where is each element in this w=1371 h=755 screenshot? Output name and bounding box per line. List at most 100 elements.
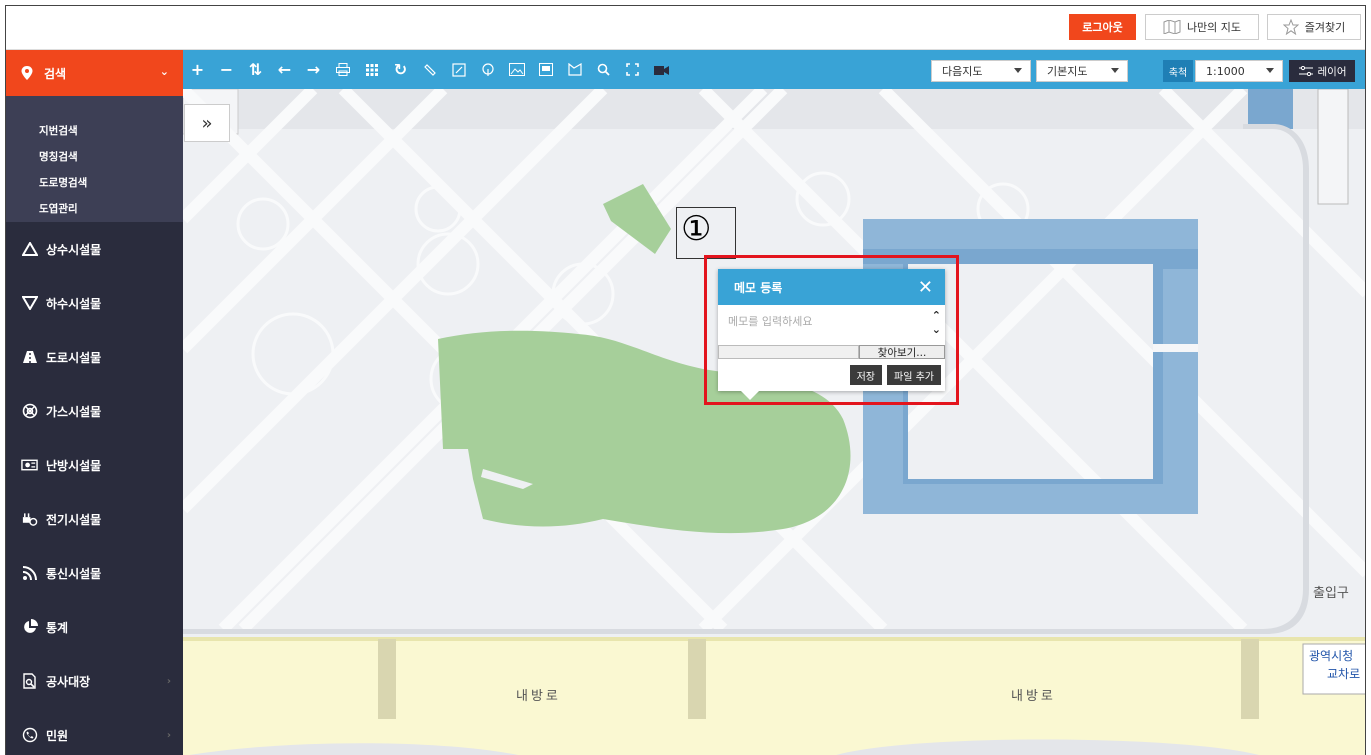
- road-icon: [21, 349, 38, 366]
- map-label-intersection: 교차로: [1327, 667, 1361, 681]
- favorites-label: 즐겨찾기: [1304, 21, 1346, 34]
- sidebar-item-gas[interactable]: 가스시설물: [6, 384, 183, 438]
- memo-title: 메모 등록: [734, 280, 783, 295]
- chevron-right-icon: ›: [166, 675, 171, 687]
- sidebar-item-sewer[interactable]: 하수시설물: [6, 276, 183, 330]
- map-label-road-1: 내방로: [516, 689, 561, 704]
- my-map-button[interactable]: 나만의 지도: [1145, 14, 1259, 40]
- chevron-up-icon[interactable]: ⌃: [932, 309, 941, 323]
- sidebar-item-water[interactable]: 상수시설물: [6, 222, 183, 276]
- scale-select[interactable]: 1:1000: [1195, 60, 1283, 82]
- fullscreen-icon[interactable]: [618, 50, 647, 89]
- sidebar-item-electric[interactable]: 전기시설물: [6, 492, 183, 546]
- chevron-right-icon: ›: [166, 729, 171, 741]
- sidebar-search-header[interactable]: 검색 ⌄: [6, 50, 183, 96]
- submenu-item-sheet-manage[interactable]: 도엽관리: [39, 196, 183, 222]
- annotation-number: ①: [681, 209, 712, 249]
- sidebar-item-label: 공사대장: [46, 674, 91, 689]
- memo-actions: 저장 파일 추가: [718, 359, 945, 385]
- submenu-item-name-search[interactable]: 명칭검색: [39, 144, 183, 170]
- measure-area-icon[interactable]: [444, 50, 473, 89]
- sidebar-item-heating[interactable]: 난방시설물: [6, 438, 183, 492]
- pie-chart-icon: [21, 619, 38, 636]
- dropdown-arrow-icon: [1111, 68, 1119, 73]
- zoom-in-icon[interactable]: +: [183, 50, 212, 89]
- top-header: 로그아웃 나만의 지도 즐겨찾기: [6, 6, 1365, 50]
- memo-popup: 메모 등록 ✕ 메모를 입력하세요 ⌃ ⌄ 찾아보기... 저장 파일 추가: [718, 269, 945, 391]
- map-label-road-2: 내방로: [1011, 689, 1056, 704]
- chevron-down-icon[interactable]: ⌄: [932, 323, 941, 337]
- sidebar-item-label: 통신시설물: [46, 566, 102, 581]
- layer-label: 레이어: [1317, 65, 1347, 78]
- textarea-scroll-arrows[interactable]: ⌃ ⌄: [932, 309, 941, 337]
- sidebar: 검색 ⌄ 지번검색 명칭검색 도로명검색 도엽관리 상수시설물 하수시설물 도로…: [6, 50, 183, 755]
- search-icon[interactable]: [589, 50, 618, 89]
- dropdown-arrow-icon: [1266, 68, 1274, 73]
- memo-placeholder: 메모를 입력하세요: [728, 315, 813, 328]
- logout-label: 로그아웃: [1082, 21, 1123, 34]
- sidebar-item-label: 가스시설물: [46, 404, 102, 419]
- map-source-value: 다음지도: [942, 65, 983, 78]
- phone-icon: [21, 727, 38, 744]
- memo-icon[interactable]: [531, 50, 560, 89]
- chevron-down-icon: ⌄: [159, 65, 169, 78]
- file-path-input[interactable]: [718, 345, 859, 359]
- double-chevron-right-icon: »: [201, 112, 213, 134]
- map-source-select[interactable]: 다음지도: [931, 60, 1031, 82]
- logout-button[interactable]: 로그아웃: [1069, 14, 1136, 40]
- map-label-city-hall: 광역시청: [1309, 649, 1354, 663]
- map-canvas[interactable]: 출입구 내방로 내방로 광역시청 교차로: [183, 89, 1365, 755]
- map-type-value: 기본지도: [1047, 65, 1088, 78]
- sidebar-item-label: 난방시설물: [46, 458, 102, 473]
- map-toolbar: + − ⇅ ← → ↻ 다음지도 기본지도 축척 1:1000 레이어: [183, 50, 1365, 89]
- sidebar-item-label: 민원: [46, 728, 69, 743]
- sidebar-item-label: 전기시설물: [46, 512, 102, 527]
- layer-button[interactable]: 레이어: [1289, 60, 1355, 82]
- submenu-item-lot-search[interactable]: 지번검색: [39, 118, 183, 144]
- sidebar-item-telecom[interactable]: 통신시설물: [6, 546, 183, 600]
- save-button[interactable]: 저장: [849, 365, 883, 385]
- triangle-up-icon: [21, 241, 38, 258]
- image-icon[interactable]: [502, 50, 531, 89]
- zoom-out-icon[interactable]: −: [212, 50, 241, 89]
- browse-button[interactable]: 찾아보기...: [859, 345, 945, 359]
- sidebar-item-complaint[interactable]: 민원 ›: [6, 708, 183, 755]
- electric-icon: [21, 511, 38, 528]
- polygon-icon[interactable]: [560, 50, 589, 89]
- print-icon[interactable]: [328, 50, 357, 89]
- scale-label: 축척: [1163, 60, 1193, 82]
- video-icon[interactable]: [647, 50, 676, 89]
- memo-textarea[interactable]: 메모를 입력하세요 ⌃ ⌄: [718, 305, 945, 343]
- panel-expand-button[interactable]: »: [184, 104, 230, 142]
- layers-icon: [1298, 66, 1313, 76]
- refresh-icon[interactable]: ↻: [386, 50, 415, 89]
- scale-value: 1:1000: [1206, 64, 1245, 78]
- sidebar-item-construction[interactable]: 공사대장 ›: [6, 654, 183, 708]
- app-window: 로그아웃 나만의 지도 즐겨찾기 검색 ⌄ 지번검색 명칭검색 도로명검색 도엽…: [5, 5, 1366, 755]
- sidebar-item-road[interactable]: 도로시설물: [6, 330, 183, 384]
- annotation-number-box: ①: [676, 207, 736, 259]
- swap-icon[interactable]: ⇅: [241, 50, 270, 89]
- sidebar-item-stats[interactable]: 통계: [6, 600, 183, 654]
- add-file-button[interactable]: 파일 추가: [887, 365, 941, 385]
- sidebar-item-label: 상수시설물: [46, 242, 102, 257]
- sidebar-item-label: 도로시설물: [46, 350, 102, 365]
- grid-icon[interactable]: [357, 50, 386, 89]
- my-map-label: 나만의 지도: [1186, 21, 1242, 34]
- popup-pointer: [741, 391, 759, 400]
- map-type-select[interactable]: 기본지도: [1036, 60, 1128, 82]
- forward-icon[interactable]: →: [299, 50, 328, 89]
- close-icon[interactable]: ✕: [918, 277, 933, 298]
- map-icon: [1163, 20, 1181, 34]
- measure-radius-icon[interactable]: [473, 50, 502, 89]
- map-label-entrance: 출입구: [1313, 586, 1349, 601]
- triangle-down-icon: [21, 295, 38, 312]
- back-icon[interactable]: ←: [270, 50, 299, 89]
- submenu-item-road-search[interactable]: 도로명검색: [39, 170, 183, 196]
- map-graphics: [183, 89, 1365, 755]
- favorites-button[interactable]: 즐겨찾기: [1267, 14, 1361, 40]
- star-icon: [1282, 19, 1299, 35]
- memo-header: 메모 등록 ✕: [718, 269, 945, 305]
- search-submenu: 지번검색 명칭검색 도로명검색 도엽관리: [6, 96, 183, 222]
- measure-distance-icon[interactable]: [415, 50, 444, 89]
